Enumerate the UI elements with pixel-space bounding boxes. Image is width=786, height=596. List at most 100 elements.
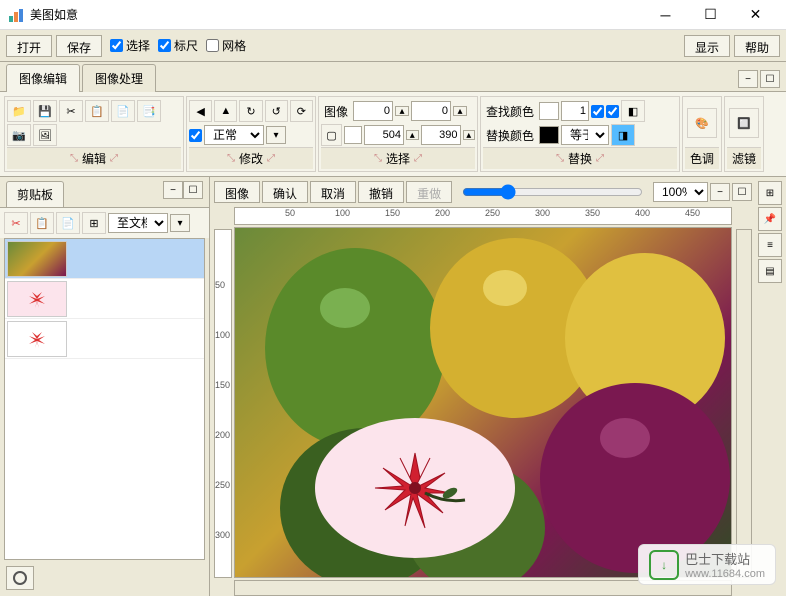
- maximize-button[interactable]: ☐: [688, 0, 733, 30]
- zoom-dropdown[interactable]: 100%: [653, 182, 708, 202]
- export-icon[interactable]: 💾: [33, 100, 57, 122]
- canvas-viewport[interactable]: [234, 227, 732, 578]
- ribbon-group-filter: 🔲 滤镜: [724, 96, 764, 172]
- zoom-slider[interactable]: [462, 184, 643, 200]
- canvas-area: 图像 确认 取消 撤销 重做 100% − ☐ 50 100 150 200 2…: [210, 177, 756, 596]
- replace-check2[interactable]: [606, 105, 619, 118]
- panel-min-icon[interactable]: −: [163, 181, 183, 199]
- expand-icon[interactable]: ⤢: [414, 153, 422, 164]
- tab-image-process[interactable]: 图像处理: [82, 64, 156, 92]
- pin-icon[interactable]: 📌: [758, 207, 782, 231]
- rotate-cw-icon[interactable]: ↻: [239, 100, 262, 122]
- to-document-dropdown[interactable]: 至文档: [108, 213, 168, 233]
- dropdown-icon[interactable]: ▾: [170, 214, 190, 232]
- blend-mode-dropdown[interactable]: 正常: [204, 125, 264, 145]
- screenshot-icon[interactable]: 🖼: [33, 124, 57, 146]
- clip-copy-icon[interactable]: 📋: [30, 212, 54, 234]
- rotate-icon[interactable]: ⟳: [290, 100, 313, 122]
- replace-action-icon[interactable]: ◨: [611, 124, 635, 146]
- bg-color-swatch[interactable]: [344, 126, 362, 144]
- redo-button[interactable]: 重做: [406, 181, 452, 203]
- replace-color-swatch[interactable]: [539, 126, 559, 144]
- expand-icon[interactable]: ⤡: [227, 153, 235, 164]
- ribbon-group-tone: 🎨 色调: [682, 96, 722, 172]
- confirm-button[interactable]: 确认: [262, 181, 308, 203]
- spinner-up-icon[interactable]: ▴: [395, 106, 409, 116]
- close-button[interactable]: ✕: [733, 0, 778, 30]
- spinner-up-icon[interactable]: ▴: [453, 106, 467, 116]
- ribbon-minimize-button[interactable]: −: [738, 70, 758, 88]
- tone-icon[interactable]: 🎨: [687, 108, 717, 138]
- canvas-image-button[interactable]: 图像: [214, 181, 260, 203]
- select-rect-icon[interactable]: ▢: [321, 124, 342, 146]
- save-button[interactable]: 保存: [56, 35, 102, 57]
- flower-overlay: [315, 418, 515, 558]
- flip-h-icon[interactable]: ◀: [189, 100, 212, 122]
- expand-icon[interactable]: ⤢: [596, 153, 604, 164]
- open-button[interactable]: 打开: [6, 35, 52, 57]
- rotate-ccw-icon[interactable]: ↺: [265, 100, 288, 122]
- ribbon-group-edit: 📁 💾 ✂ 📋 📄 📑 📷 🖼 ⤡ 编辑 ⤢: [4, 96, 184, 172]
- clip-grid-icon[interactable]: ⊞: [82, 212, 106, 234]
- width-spinner[interactable]: [364, 125, 404, 145]
- x-spinner[interactable]: [353, 101, 393, 121]
- expand-icon[interactable]: ⤡: [556, 153, 564, 164]
- clipboard-tab[interactable]: 剪贴板: [6, 181, 64, 207]
- scrollbar-vertical[interactable]: [736, 229, 752, 578]
- y-spinner[interactable]: [411, 101, 451, 121]
- height-spinner[interactable]: [421, 125, 461, 145]
- ruler-horizontal: 50 100 150 200 250 300 350 400 450 500: [234, 207, 732, 225]
- edit-group-label: 编辑: [82, 150, 106, 167]
- clip-paste-icon[interactable]: 📄: [56, 212, 80, 234]
- tab-image-edit[interactable]: 图像编辑: [6, 64, 80, 92]
- spinner-up-icon[interactable]: ▴: [406, 130, 419, 140]
- clip-item[interactable]: [5, 279, 204, 319]
- panel-tool4-icon[interactable]: ▤: [758, 259, 782, 283]
- tolerance-spinner[interactable]: [561, 101, 589, 121]
- circle-tool-icon[interactable]: [6, 566, 34, 590]
- clip-item[interactable]: [5, 239, 204, 279]
- modify-checkbox[interactable]: [189, 129, 202, 142]
- find-color-swatch[interactable]: [539, 102, 559, 120]
- canvas-min-icon[interactable]: −: [710, 183, 730, 201]
- clip-item[interactable]: [5, 319, 204, 359]
- expand-icon[interactable]: ⤢: [110, 153, 118, 164]
- paste-icon[interactable]: 📄: [111, 100, 135, 122]
- display-button[interactable]: 显示: [684, 35, 730, 57]
- ruler-checkbox[interactable]: 标尺: [158, 37, 198, 54]
- tone-group-label: 色调: [690, 150, 714, 167]
- clip-thumbnail: [7, 321, 67, 357]
- paste-special-icon[interactable]: 📑: [137, 100, 161, 122]
- panel-tool1-icon[interactable]: ⊞: [758, 181, 782, 205]
- panel-max-icon[interactable]: ☐: [183, 181, 203, 199]
- import-icon[interactable]: 📁: [7, 100, 31, 122]
- image-label: 图像: [324, 103, 348, 120]
- panel-tool3-icon[interactable]: ≡: [758, 233, 782, 257]
- find-color-label: 查找颜色: [486, 103, 534, 120]
- grid-checkbox[interactable]: 网格: [206, 37, 246, 54]
- expand-icon[interactable]: ⤡: [70, 153, 78, 164]
- cut-icon[interactable]: ✂: [59, 100, 83, 122]
- minimize-button[interactable]: ─: [643, 0, 688, 30]
- right-panel: ⊞ 📌 ≡ ▤: [756, 177, 786, 596]
- flip-v-icon[interactable]: ▲: [214, 100, 237, 122]
- ribbon-close-button[interactable]: ☐: [760, 70, 780, 88]
- expand-icon[interactable]: ⤢: [267, 153, 275, 164]
- help-button[interactable]: 帮助: [734, 35, 780, 57]
- copy-icon[interactable]: 📋: [85, 100, 109, 122]
- canvas-max-icon[interactable]: ☐: [732, 183, 752, 201]
- clip-cut-icon[interactable]: ✂: [4, 212, 28, 234]
- apply-replace-icon[interactable]: ◧: [621, 100, 645, 122]
- expand-icon[interactable]: ⤡: [374, 153, 382, 164]
- select-checkbox[interactable]: 选择: [110, 37, 150, 54]
- filter-icon[interactable]: 🔲: [729, 108, 759, 138]
- modify-group-label: 修改: [239, 150, 263, 167]
- ribbon-tabs: 图像编辑 图像处理 − ☐: [0, 62, 786, 92]
- spinner-up-icon[interactable]: ▴: [463, 130, 476, 140]
- undo-button[interactable]: 撤销: [358, 181, 404, 203]
- replace-check1[interactable]: [591, 105, 604, 118]
- replace-mode-dropdown[interactable]: 等于: [561, 125, 609, 145]
- cancel-button[interactable]: 取消: [310, 181, 356, 203]
- camera-icon[interactable]: 📷: [7, 124, 31, 146]
- dropdown-icon[interactable]: ▾: [266, 126, 286, 144]
